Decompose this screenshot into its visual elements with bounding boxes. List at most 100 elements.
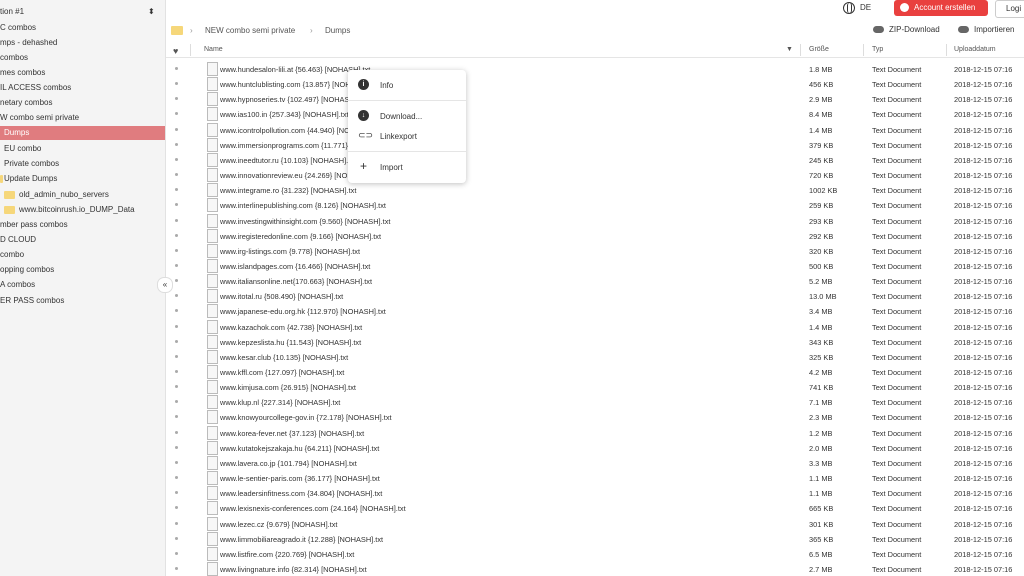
file-name[interactable]: www.klup.nl {227.314} [NOHASH].txt — [220, 398, 340, 407]
row-handle-icon[interactable] — [175, 263, 178, 267]
column-size[interactable]: Größe — [809, 46, 829, 53]
file-row[interactable]: www.kffl.com {127.097} [NOHASH].txt 4.2 M… — [166, 364, 1024, 379]
row-handle-icon[interactable] — [175, 566, 178, 570]
row-handle-icon[interactable] — [175, 157, 178, 161]
row-handle-icon[interactable] — [175, 354, 178, 358]
file-name[interactable]: www.lexisnexis-conferences.com {24.164} … — [220, 504, 406, 513]
file-row[interactable]: www.hundesalon-lili.at {56.463} [NOHASH]… — [166, 61, 1024, 76]
zip-download-button[interactable]: ZIP-Download — [873, 25, 940, 34]
file-row[interactable]: www.interlinepublishing.com {8.126} [NOH… — [166, 197, 1024, 213]
file-row[interactable]: www.hypnoseries.tv {102.497} [NOHASH].tx… — [166, 91, 1024, 107]
file-row[interactable]: www.kimjusa.com {26.915} [NOHASH].txt 741… — [166, 379, 1024, 395]
file-row[interactable]: www.irg-listings.com {9.778} [NOHASH].tx… — [166, 243, 1024, 258]
sidebar-item-collection[interactable]: tion #1 — [0, 5, 24, 19]
row-handle-icon[interactable] — [175, 476, 178, 480]
file-row[interactable]: www.livingnature.info {82.314} [NOHASH].… — [166, 561, 1024, 576]
row-handle-icon[interactable] — [175, 309, 178, 313]
file-row[interactable]: www.klup.nl {227.314} [NOHASH].txt 7.1 MB… — [166, 394, 1024, 410]
file-row[interactable]: www.lezec.cz {9.679} [NOHASH].txt 301 KB T… — [166, 516, 1024, 531]
row-handle-icon[interactable] — [175, 97, 178, 101]
row-handle-icon[interactable] — [175, 339, 178, 343]
file-name[interactable]: www.japanese-edu.org.hk {112.970} [NOHAS… — [220, 307, 386, 316]
file-name[interactable]: www.iregisteredonline.com {9.166} [NOHAS… — [220, 232, 381, 241]
row-handle-icon[interactable] — [175, 491, 178, 495]
row-handle-icon[interactable] — [175, 142, 178, 146]
row-handle-icon[interactable] — [175, 430, 178, 434]
file-name[interactable]: www.itotal.ru {508.490} [NOHASH].txt — [220, 292, 343, 301]
row-handle-icon[interactable] — [175, 536, 178, 540]
file-row[interactable]: www.huntclublisting.com {13.857} [NOHASH… — [166, 76, 1024, 92]
row-handle-icon[interactable] — [175, 82, 178, 86]
row-handle-icon[interactable] — [175, 400, 178, 404]
file-name[interactable]: www.islandpages.com {16.466} [NOHASH].tx… — [220, 262, 370, 271]
account-create-button[interactable]: Account erstellen — [894, 0, 988, 16]
sidebar-item[interactable]: EU combo — [4, 142, 41, 156]
file-name[interactable]: www.lavera.co.jp {101.794} [NOHASH].txt — [220, 459, 357, 468]
column-type[interactable]: Typ — [872, 46, 883, 53]
file-name[interactable]: www.listfire.com {220.769} [NOHASH].txt — [220, 550, 354, 559]
context-menu-linkexport[interactable]: ⊂⊃ Linkexport — [348, 127, 466, 145]
sidebar-item[interactable]: Private combos — [4, 157, 59, 171]
file-row[interactable]: www.kutatokejszakaja.hu {64.211} [NOHASH… — [166, 440, 1024, 455]
row-handle-icon[interactable] — [175, 445, 178, 449]
file-row[interactable]: www.itotal.ru {508.490} [NOHASH].txt 13.0… — [166, 288, 1024, 304]
file-name[interactable]: www.ias100.in {257.343} [NOHASH].txt — [220, 110, 349, 119]
sidebar-item[interactable]: mes combos — [0, 66, 45, 80]
sidebar-item[interactable]: mps - dehashed — [0, 36, 57, 50]
file-row[interactable]: www.immersionprograms.com {11.771} [NOHA… — [166, 137, 1024, 152]
file-name[interactable]: www.kazachok.com {42.738} [NOHASH].txt — [220, 323, 362, 332]
row-handle-icon[interactable] — [175, 218, 178, 222]
row-handle-icon[interactable] — [175, 415, 178, 419]
file-row[interactable]: www.limmobiliareagrado.it {12.288} [NOHA… — [166, 531, 1024, 546]
folder-icon[interactable] — [171, 26, 183, 35]
sidebar-item[interactable]: netary combos — [0, 96, 52, 110]
language-selector[interactable]: DE — [843, 2, 871, 14]
import-button[interactable]: Importieren — [958, 25, 1014, 34]
sidebar-item[interactable]: combo — [0, 248, 24, 262]
file-row[interactable]: www.islandpages.com {16.466} [NOHASH].tx… — [166, 258, 1024, 273]
sidebar-item[interactable]: C combos — [0, 21, 36, 35]
file-name[interactable]: www.kffl.com {127.097} [NOHASH].txt — [220, 368, 344, 377]
file-row[interactable]: www.lexisnexis-conferences.com {24.164} … — [166, 500, 1024, 516]
file-name[interactable]: www.investingwithinsight.com {9.560} [NO… — [220, 217, 390, 226]
breadcrumb-current[interactable]: Dumps — [325, 26, 350, 35]
file-row[interactable]: www.italiansonline.net{170.663} [NOHASH]… — [166, 273, 1024, 289]
file-row[interactable]: www.japanese-edu.org.hk {112.970} [NOHAS… — [166, 303, 1024, 319]
file-row[interactable]: www.innovationreview.eu {24.269} [NOHASH… — [166, 167, 1024, 183]
row-handle-icon[interactable] — [175, 370, 178, 373]
sidebar-item[interactable]: combos — [0, 51, 28, 65]
file-row[interactable]: www.integrame.ro {31.232} [NOHASH].txt 10… — [166, 182, 1024, 198]
row-handle-icon[interactable] — [175, 173, 178, 177]
file-name[interactable]: www.hypnoseries.tv {102.497} [NOHASH].tx… — [220, 95, 367, 104]
column-name[interactable]: Name — [204, 46, 223, 53]
sidebar-item-update-dumps[interactable]: Update Dumps — [0, 172, 57, 186]
row-handle-icon[interactable] — [175, 294, 178, 298]
context-menu-import[interactable]: + Import — [348, 158, 466, 176]
sidebar-item[interactable]: old_admin_nubo_servers — [4, 188, 109, 202]
row-handle-icon[interactable] — [175, 460, 178, 464]
sidebar-item[interactable]: W combo semi private — [0, 111, 79, 125]
row-handle-icon[interactable] — [175, 188, 178, 192]
file-row[interactable]: www.kazachok.com {42.738} [NOHASH].txt 1.… — [166, 319, 1024, 334]
sidebar-item[interactable]: ER PASS combos — [0, 294, 64, 308]
file-name[interactable]: www.kesar.club {10.135} [NOHASH].txt — [220, 353, 348, 362]
column-upload-date[interactable]: Uploaddatum — [954, 46, 996, 53]
row-handle-icon[interactable] — [175, 233, 178, 237]
row-handle-icon[interactable] — [175, 324, 178, 328]
file-name[interactable]: www.ineedtutor.ru {10.103} [NOHASH].txt — [220, 156, 356, 165]
file-name[interactable]: www.irg-listings.com {9.778} [NOHASH].tx… — [220, 247, 360, 256]
file-name[interactable]: www.integrame.ro {31.232} [NOHASH].txt — [220, 186, 356, 195]
favorite-heart-icon[interactable]: ♥ — [173, 46, 178, 56]
row-handle-icon[interactable] — [175, 385, 178, 389]
file-row[interactable]: www.le-sentier-paris.com {36.177} [NOHAS… — [166, 470, 1024, 486]
file-row[interactable]: www.ias100.in {257.343} [NOHASH].txt 8.4 … — [166, 106, 1024, 122]
file-name[interactable]: www.korea-fever.net {37.123} [NOHASH].tx… — [220, 429, 364, 438]
row-handle-icon[interactable] — [175, 248, 178, 252]
sidebar-item[interactable]: IL ACCESS combos — [0, 81, 71, 95]
sidebar-item-dumps[interactable]: Dumps — [0, 126, 165, 140]
file-row[interactable]: www.iregisteredonline.com {9.166} [NOHAS… — [166, 228, 1024, 243]
file-name[interactable]: www.kepzeslista.hu {11.543} [NOHASH].txt — [220, 338, 361, 347]
row-handle-icon[interactable] — [175, 127, 178, 131]
file-row[interactable]: www.icontrolpollution.com {44.940} [NOHA… — [166, 122, 1024, 137]
file-name[interactable]: www.lezec.cz {9.679} [NOHASH].txt — [220, 520, 337, 529]
